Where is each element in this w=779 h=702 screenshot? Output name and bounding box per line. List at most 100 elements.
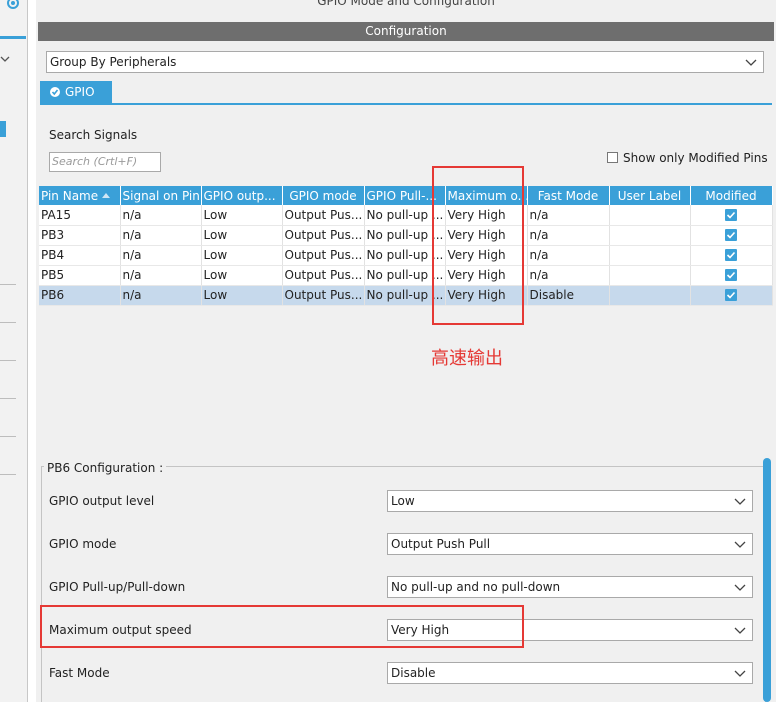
mode-cell: Output Pus... bbox=[282, 205, 365, 226]
mode-cell: Output Pus... bbox=[282, 265, 365, 286]
selected-marker bbox=[0, 121, 6, 137]
show-only-modified-label: Show only Modified Pins bbox=[623, 151, 768, 165]
highlight-box-speed-row bbox=[40, 605, 524, 648]
search-label: Search Signals bbox=[49, 128, 138, 142]
output-level-select[interactable]: Low bbox=[387, 490, 753, 512]
modified-cell bbox=[690, 265, 773, 286]
modified-cell bbox=[690, 245, 773, 266]
gpio-mode-value: Output Push Pull bbox=[391, 537, 491, 551]
chevron-down-icon bbox=[734, 584, 746, 591]
tab-underline bbox=[40, 103, 772, 105]
modified-cell bbox=[690, 225, 773, 246]
fast-mode-cell: n/a bbox=[527, 265, 610, 286]
checked-checkbox-icon bbox=[725, 289, 737, 301]
gpio-config-panel: GPIO Mode and Configuration Configuratio… bbox=[36, 0, 776, 702]
tab-gpio[interactable]: GPIO bbox=[40, 81, 112, 103]
output-level-cell: Low bbox=[201, 205, 283, 226]
divider bbox=[0, 436, 16, 437]
chevron-down-icon bbox=[745, 59, 757, 66]
divider bbox=[0, 398, 16, 399]
mode-cell: Output Pus... bbox=[282, 285, 365, 306]
chevron-down-icon bbox=[734, 670, 746, 677]
checked-checkbox-icon bbox=[725, 229, 737, 241]
tab-gpio-label: GPIO bbox=[65, 85, 95, 99]
pull-up-down-label: GPIO Pull-up/Pull-down bbox=[49, 580, 186, 594]
mode-cell: Output Pus... bbox=[282, 225, 365, 246]
table-row[interactable]: PB4 n/a Low Output Pus... No pull-up ...… bbox=[39, 245, 773, 266]
fast-mode-value: Disable bbox=[391, 666, 436, 680]
fast-mode-label: Fast Mode bbox=[49, 666, 110, 680]
pin-name-cell: PB3 bbox=[39, 225, 121, 246]
left-toolbar bbox=[0, 0, 28, 702]
chevron-down-icon bbox=[734, 541, 746, 548]
signal-cell: n/a bbox=[120, 285, 202, 306]
column-header[interactable]: Fast Mode bbox=[527, 186, 610, 205]
output-level-value: Low bbox=[391, 494, 415, 508]
signal-cell: n/a bbox=[120, 225, 202, 246]
table-row[interactable]: PB3 n/a Low Output Pus... No pull-up ...… bbox=[39, 225, 773, 246]
output-level-label: GPIO output level bbox=[49, 494, 155, 508]
mode-cell: Output Pus... bbox=[282, 245, 365, 266]
user-label-cell[interactable] bbox=[609, 205, 691, 226]
signal-cell: n/a bbox=[120, 265, 202, 286]
fast-mode-cell: n/a bbox=[527, 205, 610, 226]
check-circle-icon bbox=[50, 87, 60, 97]
pin-config-legend: PB6 Configuration : bbox=[44, 461, 167, 475]
chevron-down-icon bbox=[734, 498, 746, 505]
column-header[interactable]: Modified bbox=[690, 186, 773, 205]
pull-up-down-select[interactable]: No pull-up and no pull-down bbox=[387, 576, 753, 598]
chevron-down-icon[interactable] bbox=[0, 54, 10, 64]
active-indicator bbox=[0, 36, 26, 39]
highlight-box-speed-column bbox=[432, 166, 524, 325]
sort-ascending-icon bbox=[102, 192, 111, 198]
output-level-cell: Low bbox=[201, 225, 283, 246]
fast-mode-cell: n/a bbox=[527, 245, 610, 266]
checkbox-icon bbox=[607, 152, 618, 163]
search-input[interactable]: Search (Crtl+F) bbox=[49, 152, 161, 172]
divider bbox=[0, 322, 16, 323]
divider bbox=[0, 360, 16, 361]
pull-up-down-value: No pull-up and no pull-down bbox=[391, 580, 561, 594]
pin-table: Pin Name Signal on Pin GPIO outp... GPIO… bbox=[39, 186, 773, 306]
output-level-cell: Low bbox=[201, 265, 283, 286]
checked-checkbox-icon bbox=[725, 208, 737, 221]
user-label-cell[interactable] bbox=[609, 225, 691, 246]
divider bbox=[0, 474, 16, 475]
column-header[interactable]: GPIO mode bbox=[282, 186, 365, 205]
pin-name-cell: PB4 bbox=[39, 245, 121, 266]
checked-checkbox-icon bbox=[725, 269, 737, 281]
checked-checkbox-icon bbox=[725, 249, 737, 261]
column-header[interactable]: User Label bbox=[609, 186, 691, 205]
user-label-cell[interactable] bbox=[609, 245, 691, 266]
table-row[interactable]: PB5 n/a Low Output Pus... No pull-up ...… bbox=[39, 265, 773, 286]
vertical-scrollbar[interactable] bbox=[763, 458, 771, 702]
gear-icon[interactable] bbox=[4, 0, 22, 14]
group-by-value: Group By Peripherals bbox=[50, 55, 177, 69]
signal-cell: n/a bbox=[120, 205, 202, 226]
annotation-label: 高速输出 bbox=[431, 348, 503, 369]
output-level-cell: Low bbox=[201, 285, 283, 306]
show-only-modified-checkbox[interactable]: Show only Modified Pins bbox=[607, 151, 768, 165]
fast-mode-cell: Disable bbox=[527, 285, 610, 306]
gpio-mode-label: GPIO mode bbox=[49, 537, 117, 551]
modified-cell bbox=[690, 285, 773, 306]
table-row-selected[interactable]: PB6 n/a Low Output Pus... No pull-up ...… bbox=[39, 285, 773, 306]
column-header[interactable]: Pin Name bbox=[39, 186, 121, 205]
fast-mode-select[interactable]: Disable bbox=[387, 662, 753, 684]
column-header[interactable]: Signal on Pin bbox=[120, 186, 202, 205]
pin-name-cell: PB6 bbox=[39, 285, 121, 306]
column-header[interactable]: GPIO outp... bbox=[201, 186, 283, 205]
panel-title: GPIO Mode and Configuration bbox=[317, 0, 495, 8]
chevron-down-icon bbox=[734, 627, 746, 634]
gpio-mode-select[interactable]: Output Push Pull bbox=[387, 533, 753, 555]
pin-name-cell: PB5 bbox=[39, 265, 121, 286]
user-label-cell[interactable] bbox=[609, 285, 691, 306]
fast-mode-cell: n/a bbox=[527, 225, 610, 246]
table-row[interactable]: PA15 n/a Low Output Pus... No pull-up ..… bbox=[39, 205, 773, 226]
output-level-cell: Low bbox=[201, 245, 283, 266]
user-label-cell[interactable] bbox=[609, 265, 691, 286]
modified-cell bbox=[690, 205, 773, 226]
group-by-select[interactable]: Group By Peripherals bbox=[46, 51, 764, 73]
pin-name-cell: PA15 bbox=[39, 205, 121, 226]
configuration-header: Configuration bbox=[38, 22, 774, 41]
